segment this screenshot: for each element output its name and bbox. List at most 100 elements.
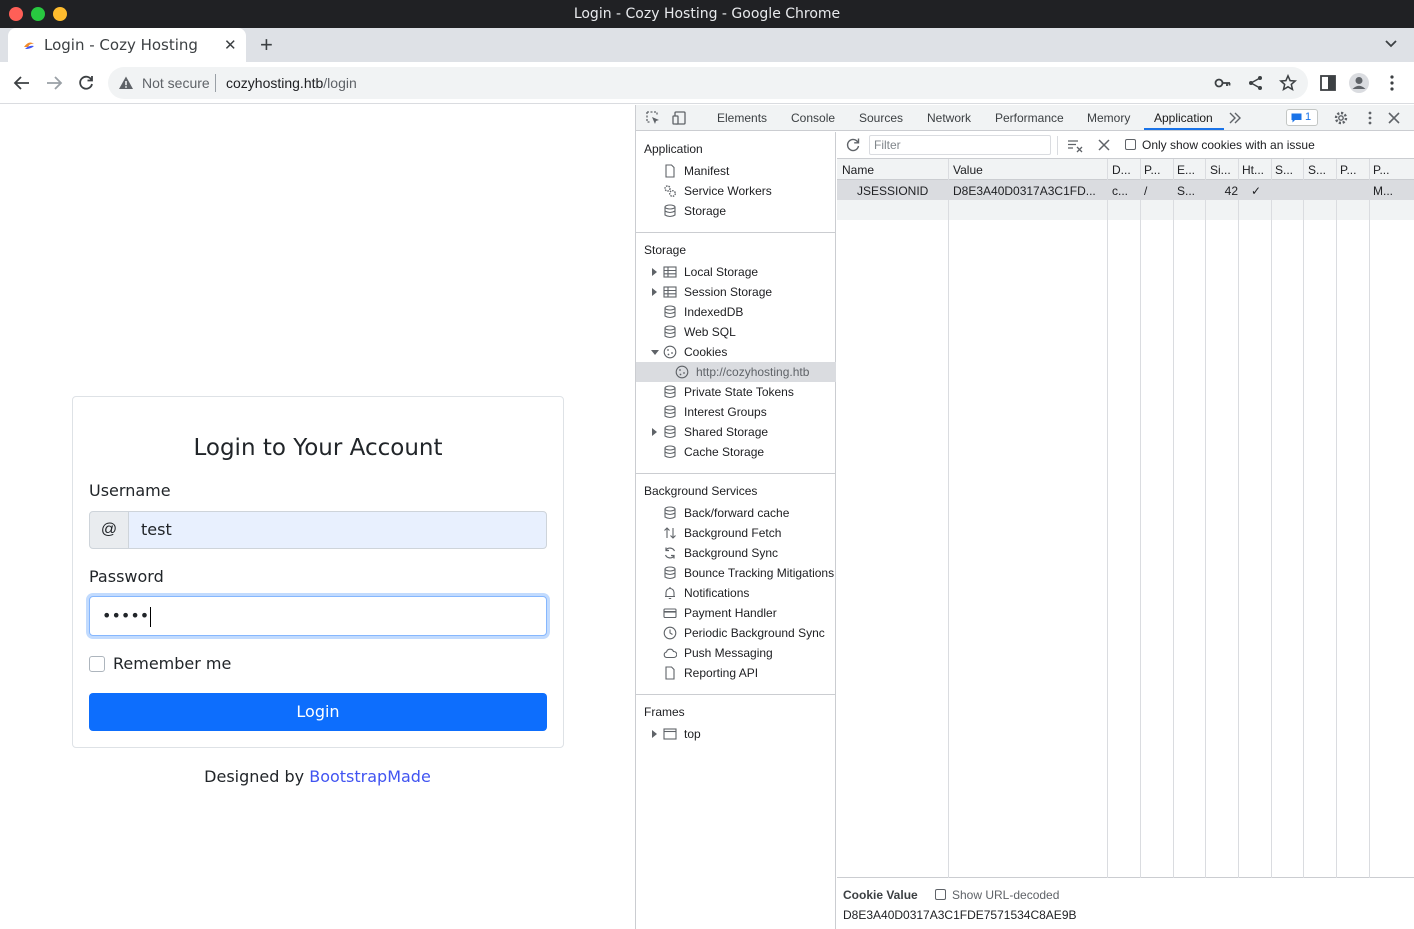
column-divider[interactable] [1271,159,1272,878]
sidebar-item-frame-top[interactable]: top [636,724,836,744]
column-header-value[interactable]: Value [953,163,1103,177]
sidebar-item-reporting-api[interactable]: Reporting API [636,663,836,683]
tab-memory[interactable]: Memory [1087,111,1130,125]
sidebar-item-cookie-origin[interactable]: http://cozyhosting.htb [636,362,836,382]
tab-network[interactable]: Network [927,111,971,125]
column-divider[interactable] [1205,159,1206,878]
cookie-value-text[interactable]: D8E3A40D0317A3C1FDE7571534C8AE9B [843,908,1077,922]
close-devtools-icon[interactable] [1386,110,1402,126]
sidebar-item-bounce-tracking-mitigations[interactable]: Bounce Tracking Mitigations [636,563,836,583]
tab-elements[interactable]: Elements [717,111,767,125]
sidebar-item-manifest[interactable]: Manifest [636,161,836,181]
remember-me-checkbox[interactable] [89,656,105,672]
sidebar-item-cache-storage[interactable]: Cache Storage [636,442,836,462]
tab-performance[interactable]: Performance [995,111,1064,125]
show-url-decoded-checkbox[interactable] [935,889,946,900]
address-bar[interactable]: Not secure cozyhosting.htb/login [108,67,1308,99]
sidebar-item-cookies[interactable]: Cookies [636,342,836,362]
sidebar-item-session-storage[interactable]: Session Storage [636,282,836,302]
column-header-httponly[interactable]: Ht... [1242,163,1270,177]
login-button[interactable]: Login [89,693,547,731]
tab-sources[interactable]: Sources [859,111,903,125]
filter-input[interactable]: Filter [869,135,1051,155]
bookmark-star-icon[interactable] [1279,74,1297,92]
sidebar-item-push-messaging[interactable]: Push Messaging [636,643,836,663]
warning-triangle-icon[interactable] [118,75,134,91]
column-divider[interactable] [1238,159,1239,878]
forward-arrow-icon[interactable] [45,74,63,92]
tab-close-icon[interactable]: ✕ [224,36,237,54]
username-input[interactable]: test [128,511,547,549]
devtools-menu-icon[interactable] [1362,110,1378,126]
clear-all-icon[interactable] [1097,138,1111,152]
sidebar-item-private-state-tokens[interactable]: Private State Tokens [636,382,836,402]
column-divider[interactable] [1336,159,1337,878]
sidebar-item-service-workers[interactable]: Service Workers [636,181,836,201]
column-divider[interactable] [1140,159,1141,878]
column-header-priority[interactable]: P... [1373,163,1401,177]
column-header-samesite[interactable]: S... [1308,163,1336,177]
column-header-path[interactable]: P... [1144,163,1172,177]
key-icon[interactable] [1214,74,1232,92]
side-panel-icon[interactable] [1319,74,1337,92]
collapse-arrow-icon[interactable] [651,350,659,355]
sidebar-item-shared-storage[interactable]: Shared Storage [636,422,836,442]
column-divider[interactable] [1107,159,1108,878]
back-arrow-icon[interactable] [13,74,31,92]
browser-tab[interactable]: Login - Cozy Hosting ✕ [8,28,246,62]
table-row-empty[interactable] [837,200,1414,220]
new-tab-button[interactable]: + [260,32,273,58]
refresh-icon[interactable] [845,137,861,153]
column-divider[interactable] [1369,159,1370,878]
sidebar-item-storage[interactable]: Storage [636,201,836,221]
up-down-arrows-icon [664,527,676,539]
expand-arrow-icon[interactable] [652,428,657,436]
issues-badge[interactable]: 1 [1286,109,1318,126]
column-header-domain[interactable]: D... [1112,163,1140,177]
settings-gear-icon[interactable] [1333,110,1349,126]
column-divider[interactable] [1303,159,1304,878]
device-toolbar-icon[interactable] [672,110,688,126]
only-issues-checkbox[interactable] [1125,139,1136,150]
tab-console[interactable]: Console [791,111,835,125]
share-icon[interactable] [1247,74,1265,92]
column-divider[interactable] [948,159,949,878]
reload-icon[interactable] [77,74,95,92]
cookie-icon [663,345,677,359]
tab-application[interactable]: Application [1154,111,1213,125]
sidebar-item-payment-handler[interactable]: Payment Handler [636,603,836,623]
password-input[interactable]: ••••• [89,596,547,636]
show-url-decoded-label[interactable]: Show URL-decoded [952,888,1059,902]
remember-me-label[interactable]: Remember me [113,654,231,673]
profile-avatar-icon[interactable] [1348,72,1370,94]
expand-arrow-icon[interactable] [652,730,657,738]
security-status[interactable]: Not secure [142,75,210,91]
sidebar-item-background-sync[interactable]: Background Sync [636,543,836,563]
bootstrapmade-link[interactable]: BootstrapMade [309,767,431,786]
column-header-size[interactable]: Si... [1210,163,1238,177]
more-tabs-chevron-icon[interactable] [1227,110,1243,126]
sidebar-item-interest-groups[interactable]: Interest Groups [636,402,836,422]
column-header-secure[interactable]: S... [1275,163,1303,177]
table-row[interactable]: JSESSIONID D8E3A40D0317A3C1FD... c... / … [837,180,1414,200]
inspect-element-icon[interactable] [645,110,661,126]
expand-arrow-icon[interactable] [652,288,657,296]
column-header-name[interactable]: Name [842,163,942,177]
sidebar-item-background-fetch[interactable]: Background Fetch [636,523,836,543]
sidebar-item-notifications[interactable]: Notifications [636,583,836,603]
url-text[interactable]: cozyhosting.htb/login [226,75,357,91]
chevron-down-icon[interactable] [1384,37,1398,51]
sidebar-item-web-sql[interactable]: Web SQL [636,322,836,342]
column-header-partition-key[interactable]: P... [1340,163,1368,177]
tab-title: Login - Cozy Hosting [44,36,198,54]
column-divider[interactable] [1173,159,1174,878]
expand-arrow-icon[interactable] [652,268,657,276]
sidebar-item-indexeddb[interactable]: IndexedDB [636,302,836,322]
chrome-menu-icon[interactable] [1383,74,1401,92]
column-header-expires[interactable]: E... [1177,163,1205,177]
clear-filtered-icon[interactable] [1067,137,1083,153]
only-issues-label[interactable]: Only show cookies with an issue [1142,138,1315,152]
sidebar-item-back-forward-cache[interactable]: Back/forward cache [636,503,836,523]
sidebar-item-local-storage[interactable]: Local Storage [636,262,836,282]
sidebar-item-periodic-background-sync[interactable]: Periodic Background Sync [636,623,836,643]
